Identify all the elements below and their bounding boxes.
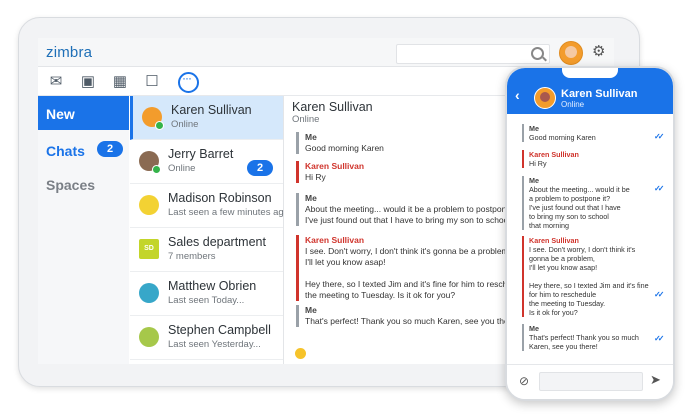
new-button[interactable]: New <box>38 96 129 130</box>
avatar <box>139 195 159 215</box>
conversation-status: Online <box>292 114 320 125</box>
online-indicator <box>152 165 161 174</box>
online-indicator <box>155 121 164 130</box>
contact-status: Last seen Today... <box>168 295 245 306</box>
back-arrow-icon[interactable]: ‹ <box>515 87 520 103</box>
contact-status: Online <box>168 163 196 174</box>
message-sender: Me <box>529 176 539 185</box>
chats-count-badge: 2 <box>97 141 123 157</box>
read-check-icon: ✓✓ <box>654 290 665 299</box>
avatar <box>139 327 159 347</box>
message: Me That's perfect! Thank you so much Kar… <box>522 324 656 351</box>
contact-name: Jerry Barret <box>168 147 234 161</box>
message: Me Good morning Karen <box>522 124 656 142</box>
zimbra-logo: zimbra <box>46 44 93 61</box>
new-label: New <box>46 106 75 122</box>
contact-status: Last seen Yesterday... <box>168 339 261 350</box>
contact-name: Karen Sullivan <box>171 103 252 117</box>
message-sender: Karen Sullivan <box>529 150 579 159</box>
send-icon[interactable]: ➤ <box>650 372 661 388</box>
phone-composer: ⊘ ➤ <box>507 364 673 399</box>
contact-name: Sales department <box>168 235 266 249</box>
unread-badge: 2 <box>247 160 273 176</box>
contacts-icon[interactable]: ▣ <box>78 73 98 91</box>
read-check-icon: ✓✓ <box>654 132 665 141</box>
contact-name: Stephen Campbell <box>168 323 271 337</box>
emoji-icon[interactable] <box>295 348 306 359</box>
message-text: I see. Don't worry, I don't think it's g… <box>529 245 649 317</box>
message-sender: Me <box>529 124 539 133</box>
avatar <box>139 283 159 303</box>
avatar <box>534 87 556 109</box>
message-text: Good morning Karen <box>529 133 596 142</box>
top-bar: zimbra ⚙ <box>38 38 614 67</box>
contact-list: Karen Sullivan Online Jerry Barret Onlin… <box>130 96 289 364</box>
phone-contact-status: Online <box>561 100 585 109</box>
conversation-title: Karen Sullivan <box>292 100 373 114</box>
search-icon[interactable] <box>531 47 544 60</box>
nav-item-chats[interactable]: Chats <box>46 143 85 159</box>
read-check-icon: ✓✓ <box>654 334 665 343</box>
group-avatar: SD <box>139 239 159 259</box>
contact-status: 7 members <box>168 251 216 262</box>
message-sender: Karen Sullivan <box>529 236 579 245</box>
attachment-icon[interactable]: ⊘ <box>519 374 529 388</box>
user-avatar[interactable] <box>559 41 583 65</box>
message-text: Hi Ry <box>529 159 547 168</box>
chat-icon[interactable] <box>178 71 199 93</box>
contact-name: Madison Robinson <box>168 191 272 205</box>
calendar-icon[interactable]: ▦ <box>110 73 130 91</box>
contact-status: Online <box>171 119 199 130</box>
message-text: About the meeting... would it be a probl… <box>529 185 630 230</box>
search-input[interactable] <box>396 44 550 64</box>
message: Me About the meeting... would it be a pr… <box>522 176 656 230</box>
contact-status: Last seen a few minutes ago <box>168 207 289 218</box>
message-sender: Me <box>529 324 539 333</box>
list-item[interactable]: Madison Robinson Last seen a few minutes… <box>130 184 289 228</box>
nav-item-spaces[interactable]: Spaces <box>46 177 95 193</box>
list-item[interactable]: Karen Sullivan Online <box>130 96 283 140</box>
tasks-icon[interactable]: ☐ <box>142 73 162 91</box>
list-item[interactable]: Matthew Obrien Last seen Today... <box>130 272 283 316</box>
chat-nav: New Chats Spaces <box>38 96 129 364</box>
message-text: That's perfect! Thank you so much Karen,… <box>529 333 639 351</box>
phone-notch <box>562 68 618 78</box>
message-input[interactable] <box>539 372 643 391</box>
read-check-icon: ✓✓ <box>654 184 665 193</box>
message: Karen Sullivan Hi Ry <box>522 150 656 168</box>
list-item[interactable]: Stephen Campbell Last seen Yesterday... <box>130 316 283 360</box>
phone-frame: ‹ Karen Sullivan Online Me Good morning … <box>505 66 675 401</box>
contact-name: Matthew Obrien <box>168 279 257 293</box>
list-item[interactable]: SD Sales department 7 members <box>130 228 283 272</box>
mail-icon[interactable]: ✉ <box>46 73 66 91</box>
phone-contact-name: Karen Sullivan <box>561 88 638 100</box>
gear-icon[interactable]: ⚙ <box>592 44 605 60</box>
message: Karen Sullivan I see. Don't worry, I don… <box>522 236 656 317</box>
